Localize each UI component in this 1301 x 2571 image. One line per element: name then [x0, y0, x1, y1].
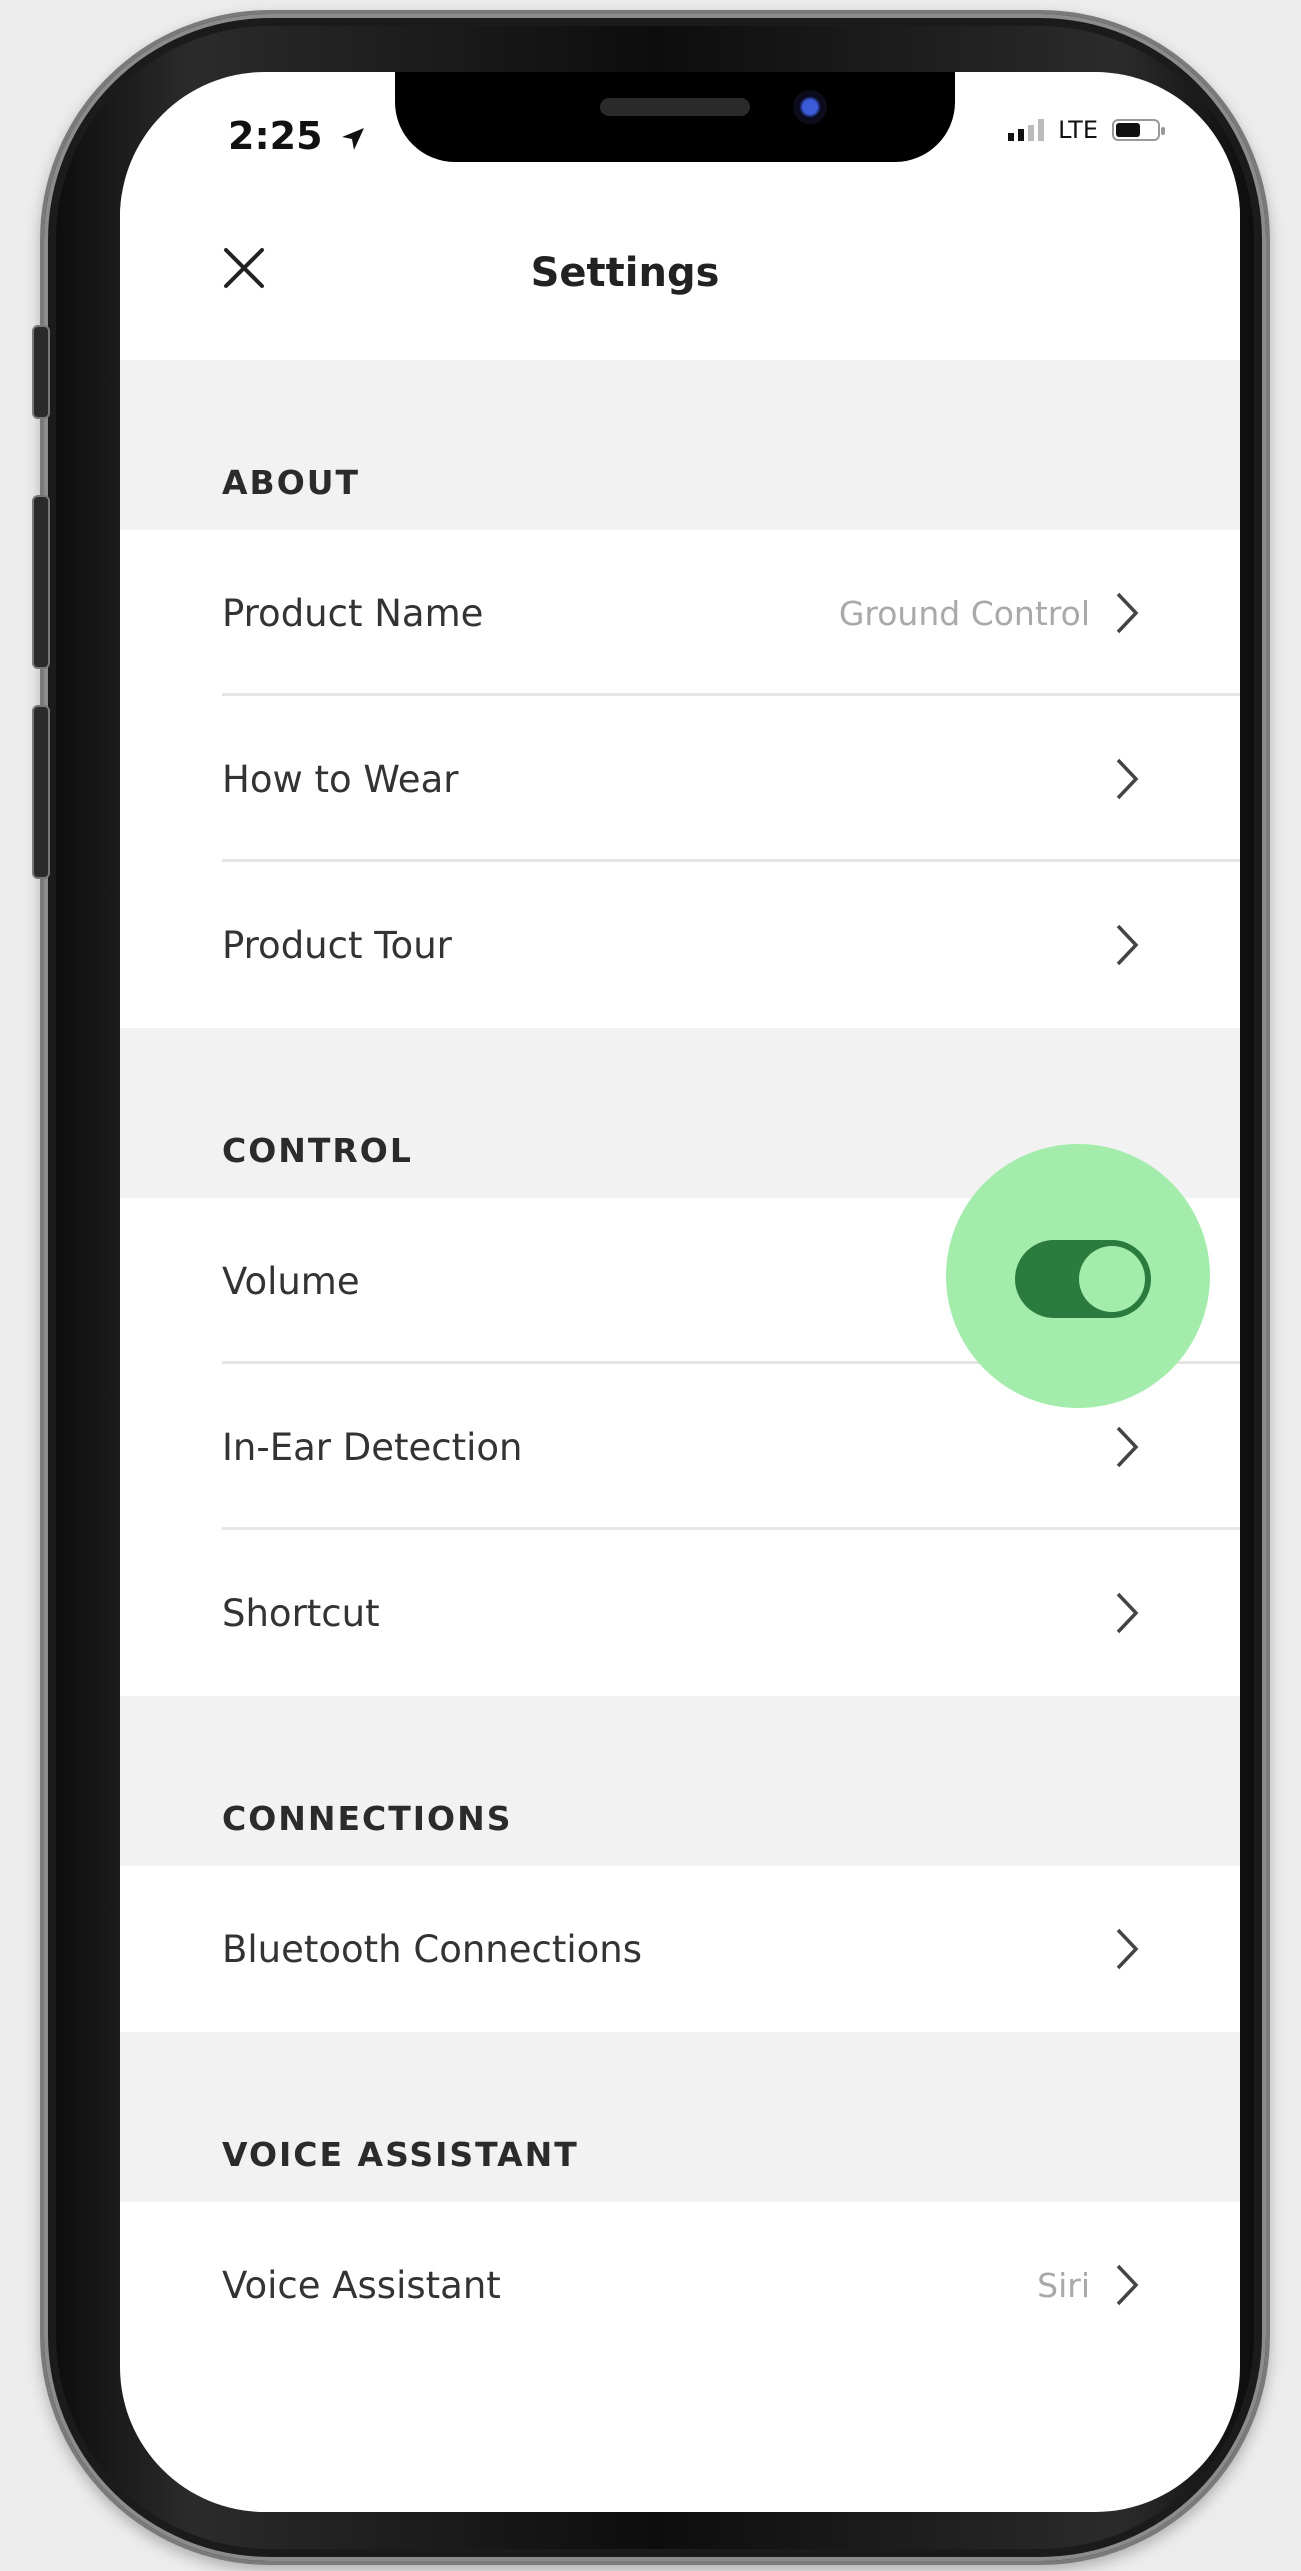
row-label: Shortcut — [222, 1592, 380, 1635]
settings-row-how-to-wear[interactable]: How to Wear — [120, 696, 1240, 862]
row-value: Ground Control — [838, 594, 1090, 633]
chevron-right-icon — [1116, 924, 1139, 966]
section-label: VOICE ASSISTANT — [222, 2135, 579, 2174]
row-value: Siri — [1037, 2266, 1090, 2305]
status-indicators: LTE — [1008, 116, 1165, 144]
chevron-right-icon — [1116, 1928, 1139, 1970]
signal-icon — [1008, 119, 1045, 141]
volume-toggle[interactable] — [1015, 1240, 1151, 1318]
page-title: Settings — [530, 250, 720, 296]
section-label: ABOUT — [222, 463, 361, 502]
section-header-connections: CONNECTIONS — [120, 1696, 1240, 1866]
chevron-right-icon — [1116, 2264, 1139, 2306]
volume-down-button — [32, 705, 50, 879]
screen: 2:25 LTE Settings ABOUT Product Name Gro… — [120, 72, 1240, 2512]
settings-row-product-name[interactable]: Product Name Ground Control — [120, 530, 1240, 696]
section-header-about: ABOUT — [120, 360, 1240, 530]
section-label: CONTROL — [222, 1131, 413, 1170]
mute-switch — [32, 325, 50, 419]
section-label: CONNECTIONS — [222, 1799, 513, 1838]
chevron-right-icon — [1116, 592, 1139, 634]
settings-row-shortcut[interactable]: Shortcut — [120, 1530, 1240, 1696]
settings-row-product-tour[interactable]: Product Tour — [120, 862, 1240, 1028]
notch — [395, 72, 955, 162]
nav-bar: Settings — [120, 194, 1240, 360]
speaker-grille — [600, 98, 750, 116]
chevron-right-icon — [1116, 1426, 1139, 1468]
row-label: Product Tour — [222, 924, 452, 967]
volume-up-button — [32, 495, 50, 669]
settings-row-bluetooth-connections[interactable]: Bluetooth Connections — [120, 1866, 1240, 2032]
row-label: Voice Assistant — [222, 2264, 501, 2307]
chevron-right-icon — [1116, 758, 1139, 800]
section-header-voice-assistant: VOICE ASSISTANT — [120, 2032, 1240, 2202]
front-camera — [793, 90, 827, 124]
toggle-knob — [1079, 1246, 1145, 1312]
row-label: Product Name — [222, 592, 484, 635]
settings-row-voice-assistant[interactable]: Voice Assistant Siri — [120, 2202, 1240, 2368]
row-label: In-Ear Detection — [222, 1426, 523, 1469]
row-label: How to Wear — [222, 758, 459, 801]
location-arrow-icon — [341, 127, 364, 150]
row-label: Bluetooth Connections — [222, 1928, 643, 1971]
status-time: 2:25 — [228, 114, 366, 158]
row-label: Volume — [222, 1260, 360, 1303]
network-type: LTE — [1058, 116, 1098, 144]
battery-icon — [1112, 119, 1165, 141]
chevron-right-icon — [1116, 1592, 1139, 1634]
